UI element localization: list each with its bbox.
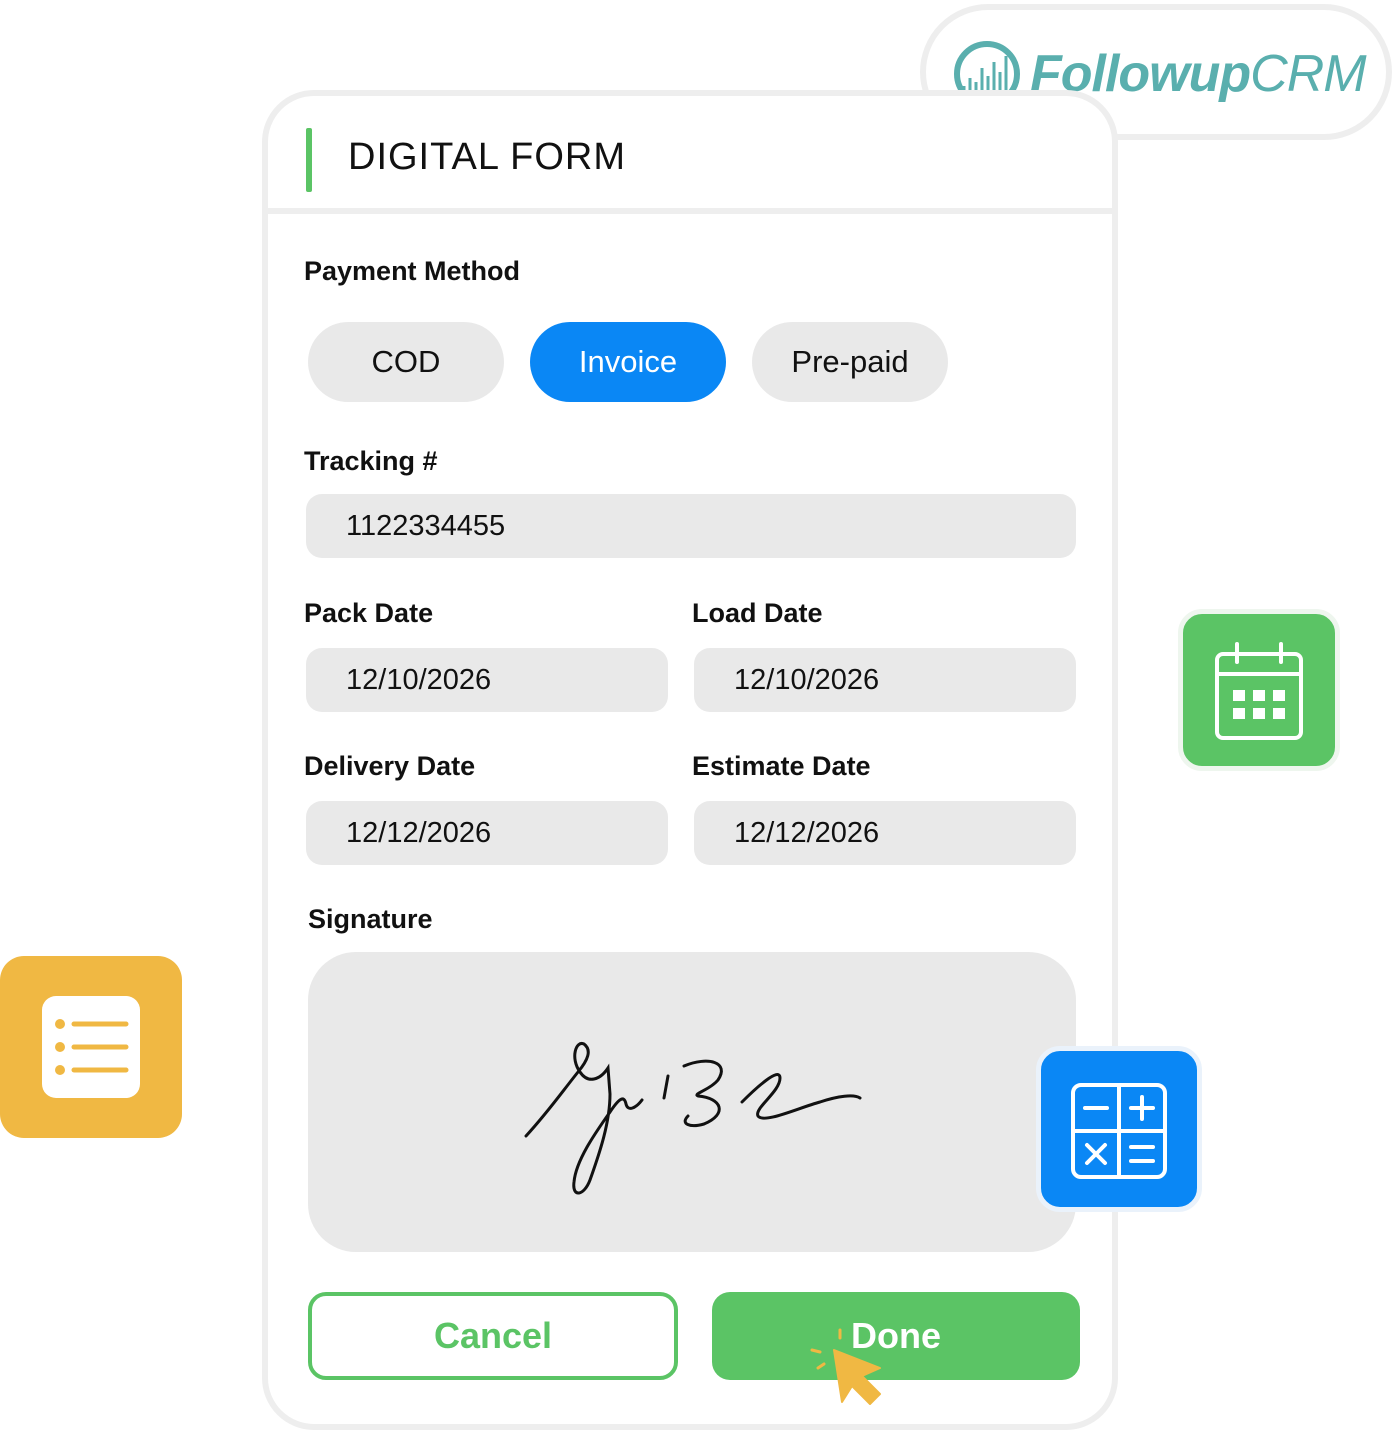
form-header: DIGITAL FORM [268, 96, 1112, 214]
tracking-input[interactable]: 1122334455 [306, 494, 1076, 558]
pack-date-label: Pack Date [304, 598, 434, 628]
digital-form-card: DIGITAL FORM Payment Method COD Invoice … [262, 90, 1118, 1430]
load-date-input[interactable]: 12/10/2026 [694, 648, 1076, 712]
load-date-label: Load Date [692, 598, 823, 628]
payment-option-invoice[interactable]: Invoice [530, 322, 726, 402]
calendar-icon [1215, 642, 1303, 740]
payment-option-prepaid[interactable]: Pre-paid [752, 322, 948, 402]
tracking-label: Tracking # [304, 446, 438, 476]
title-accent-bar [306, 128, 312, 192]
payment-option-cod[interactable]: COD [308, 322, 504, 402]
list-icon [42, 996, 140, 1098]
delivery-date-input[interactable]: 12/12/2026 [306, 801, 668, 865]
calendar-tile[interactable] [1178, 609, 1340, 771]
cursor-icon [810, 1328, 881, 1405]
payment-method-label: Payment Method [304, 256, 521, 286]
signature-pad[interactable] [308, 952, 1076, 1252]
calculator-icon [1071, 1083, 1167, 1179]
estimate-date-input[interactable]: 12/12/2026 [694, 801, 1076, 865]
done-button[interactable]: Done [712, 1292, 1080, 1380]
estimate-date-label: Estimate Date [692, 751, 871, 781]
list-tile[interactable] [0, 956, 182, 1138]
signature-label: Signature [308, 904, 433, 934]
pack-date-input[interactable]: 12/10/2026 [306, 648, 668, 712]
calculator-tile[interactable] [1036, 1046, 1202, 1212]
form-title: DIGITAL FORM [348, 136, 626, 178]
delivery-date-label: Delivery Date [304, 751, 476, 781]
cancel-button[interactable]: Cancel [308, 1292, 678, 1380]
signature-drawing [524, 1042, 862, 1195]
